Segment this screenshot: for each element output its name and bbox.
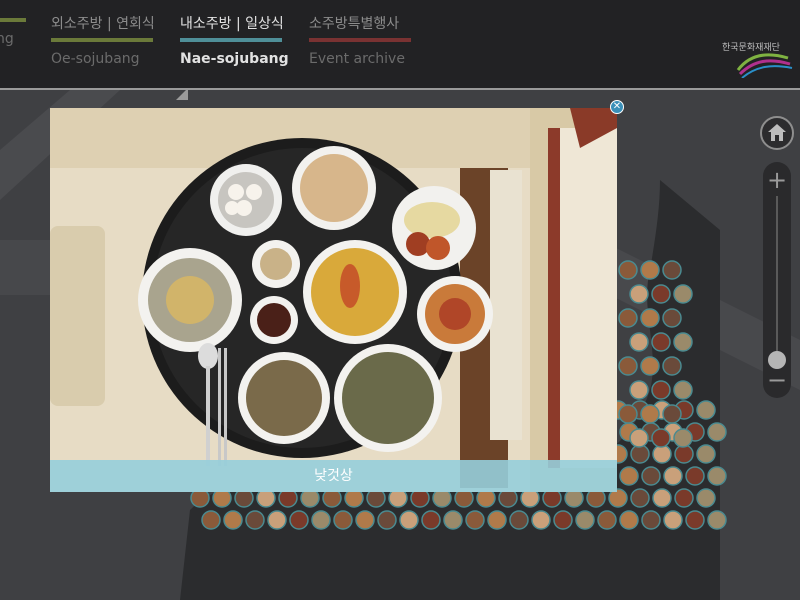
photo-thumbnail-circle[interactable]	[629, 332, 649, 352]
photo-thumbnail-circle[interactable]	[377, 510, 397, 530]
nav-item-oe-sojubang[interactable]: 외소주방 | 연회식 Oe-sojubang	[51, 14, 155, 68]
photo-thumbnail-circle[interactable]	[651, 380, 671, 400]
photo-thumbnail-circle[interactable]	[399, 510, 419, 530]
photo-thumbnail-circle[interactable]	[674, 444, 694, 464]
photo-thumbnail-circle[interactable]	[619, 466, 639, 486]
photo-thumbnail-circle[interactable]	[630, 444, 650, 464]
logo-text: 한국문화재재단	[722, 43, 780, 53]
nav-item-en: Oe-sojubang	[51, 51, 140, 67]
photo-thumbnail-circle[interactable]	[640, 308, 660, 328]
photo-thumbnail-circle[interactable]	[674, 488, 694, 508]
photo-thumbnail-circle[interactable]	[663, 466, 683, 486]
photo-thumbnail-circle[interactable]	[509, 510, 529, 530]
active-tab-pointer	[176, 76, 188, 100]
zoom-in-button[interactable]: +	[766, 168, 788, 192]
close-button[interactable]: ✕	[610, 100, 624, 114]
photo-modal	[50, 108, 617, 492]
photo-thumbnail-circle[interactable]	[267, 510, 287, 530]
photo-thumbnail-circle[interactable]	[662, 260, 682, 280]
photo-thumbnail-circle[interactable]	[652, 488, 672, 508]
nav-item-underline	[309, 38, 411, 42]
nav-item-nae-sojubang[interactable]: 내소주방 | 일상식 Nae-sojubang	[180, 14, 289, 68]
photo-thumbnail-circle[interactable]	[443, 510, 463, 530]
table-setting-photo	[50, 108, 617, 492]
photo-thumbnail-circle[interactable]	[707, 422, 727, 442]
photo-thumbnail-circle[interactable]	[673, 380, 693, 400]
home-button[interactable]	[760, 116, 794, 150]
photo-thumbnail-circle[interactable]	[651, 428, 671, 448]
photo-thumbnail-circle[interactable]	[707, 510, 727, 530]
nav-item-underline	[180, 38, 282, 42]
photo-thumbnail-circle[interactable]	[531, 510, 551, 530]
photo-thumbnail-circle[interactable]	[618, 404, 638, 424]
nav-item-ko: 소주방특별행사	[309, 16, 400, 32]
photo-thumbnail-circle[interactable]	[619, 510, 639, 530]
photo-thumbnail-circle[interactable]	[662, 356, 682, 376]
photo-thumbnail-circle[interactable]	[652, 444, 672, 464]
nav-item-ko: 외소주방 | 연회식	[51, 16, 155, 32]
photo-thumbnail-circle[interactable]	[696, 488, 716, 508]
home-icon	[768, 124, 786, 141]
photo-thumbnail-circle[interactable]	[630, 488, 650, 508]
photo-thumbnail-circle[interactable]	[641, 510, 661, 530]
photo-thumbnail-circle[interactable]	[618, 356, 638, 376]
nav-item-cut[interactable]: ng	[0, 14, 26, 48]
photo-thumbnail-circle[interactable]	[685, 510, 705, 530]
nav-item-event-archive[interactable]: 소주방특별행사 Event archive	[309, 14, 411, 68]
photo-thumbnail-circle[interactable]	[673, 332, 693, 352]
photo-thumbnail-circle[interactable]	[673, 284, 693, 304]
nav-item-underline	[0, 18, 26, 22]
photo-thumbnail-circle[interactable]	[663, 510, 683, 530]
photo-thumbnail-circle[interactable]	[223, 510, 243, 530]
photo-thumbnail-circle[interactable]	[685, 466, 705, 486]
nav-item-en: Nae-sojubang	[180, 51, 289, 67]
photo-thumbnail-circle[interactable]	[629, 284, 649, 304]
nav-item-en: ng	[0, 31, 14, 47]
nav-item-underline	[51, 38, 153, 42]
photo-thumbnail-circle[interactable]	[707, 466, 727, 486]
photo-thumbnail-circle[interactable]	[640, 356, 660, 376]
close-icon: ✕	[612, 101, 622, 112]
photo-thumbnail-circle[interactable]	[696, 444, 716, 464]
nav-item-en: Event archive	[309, 51, 405, 67]
photo-thumbnail-circle[interactable]	[289, 510, 309, 530]
nav-item-ko: 내소주방 | 일상식	[180, 16, 284, 32]
photo-thumbnail-circle[interactable]	[465, 510, 485, 530]
photo-thumbnail-circle[interactable]	[641, 466, 661, 486]
photo-thumbnail-circle[interactable]	[640, 260, 660, 280]
photo-caption: 낮것상	[50, 460, 617, 492]
photo-thumbnail-circle[interactable]	[618, 260, 638, 280]
photo-thumbnail-circle[interactable]	[651, 332, 671, 352]
photo-thumbnail-circle[interactable]	[651, 284, 671, 304]
zoom-out-button[interactable]: −	[766, 368, 788, 392]
zoom-track[interactable]	[776, 196, 778, 356]
photo-thumbnail-circle[interactable]	[662, 308, 682, 328]
photo-thumbnail-circle[interactable]	[629, 380, 649, 400]
photo-thumbnail-circle[interactable]	[311, 510, 331, 530]
photo-thumbnail-circle[interactable]	[553, 510, 573, 530]
photo-thumbnail-circle[interactable]	[640, 404, 660, 424]
photo-thumbnail-circle[interactable]	[618, 308, 638, 328]
photo-thumbnail-circle[interactable]	[696, 400, 716, 420]
photo-thumbnail-circle[interactable]	[673, 428, 693, 448]
photo-thumbnail-circle[interactable]	[575, 510, 595, 530]
photo-thumbnail-circle[interactable]	[421, 510, 441, 530]
photo-thumbnail-circle[interactable]	[629, 428, 649, 448]
foundation-logo[interactable]: 한국문화재재단	[716, 34, 796, 79]
photo-thumbnail-circle[interactable]	[662, 404, 682, 424]
photo-thumbnail-circle[interactable]	[201, 510, 221, 530]
photo-thumbnail-circle[interactable]	[355, 510, 375, 530]
photo-thumbnail-circle[interactable]	[597, 510, 617, 530]
photo-thumbnail-circle[interactable]	[245, 510, 265, 530]
photo-thumbnail-circle[interactable]	[487, 510, 507, 530]
photo-thumbnail-circle[interactable]	[333, 510, 353, 530]
top-navigation-bar: ng 외소주방 | 연회식 Oe-sojubang 내소주방 | 일상식 Nae…	[0, 0, 800, 90]
